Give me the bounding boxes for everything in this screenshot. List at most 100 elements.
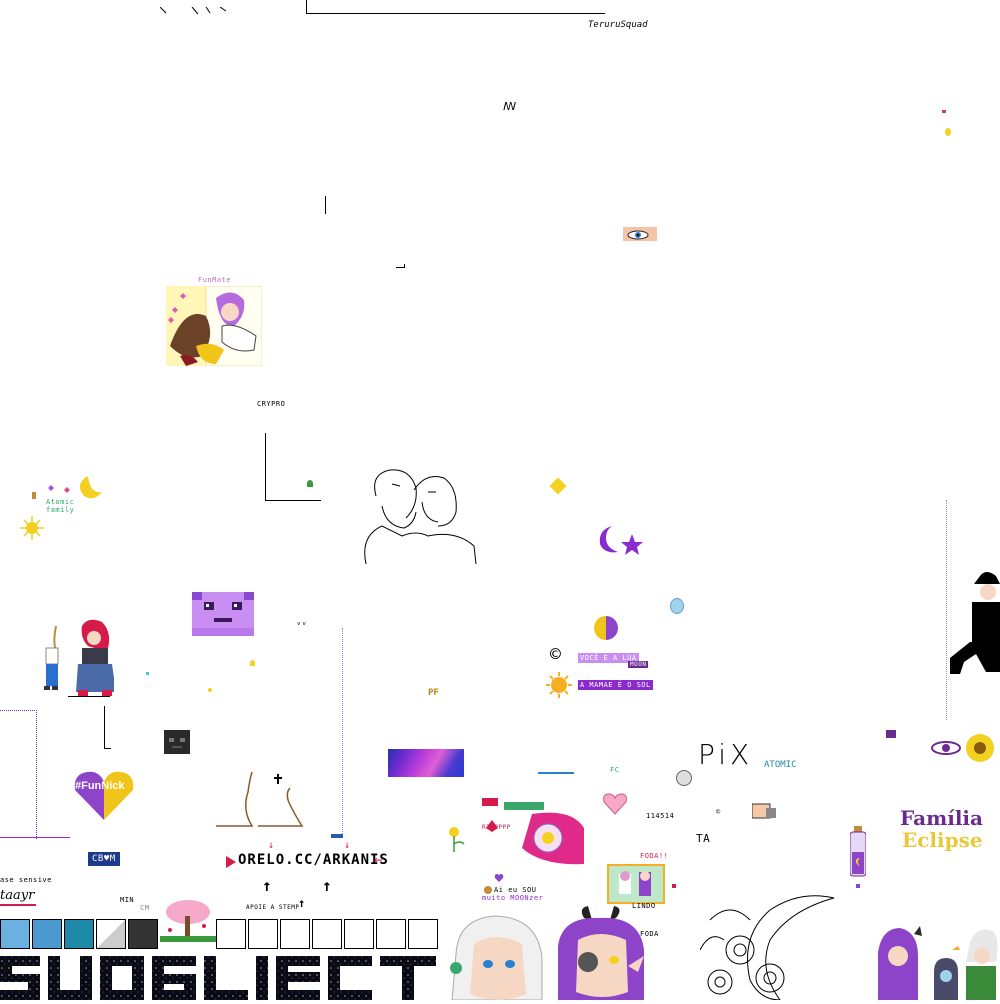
yellow-gem-icon [549,477,567,495]
l-shaped-line [265,433,321,501]
min-label: MIN [120,896,135,904]
purple-dot-pixel [886,730,896,738]
atomic-label: ATOMIC [764,760,797,770]
yin-yang-icon [594,616,618,640]
atomic-family-label: Atomic family [46,498,75,514]
copyright-mark: © [550,644,561,665]
tiny-cyan-dot [146,672,149,675]
ai-eu-sou-label: Ai eu SOU [494,886,537,894]
tiny-purple-dot [856,884,860,888]
small-heart-icon [942,110,946,113]
funmate-label: FunMate [198,276,232,284]
arrow-right-icon [226,856,236,868]
dotted-vertical-line [342,628,343,834]
cherry-blossom-tree [160,896,216,946]
up-arrow-3-icon: ↑ [298,896,306,910]
cm-label: CM [140,904,150,912]
arrow-left-icon: ← [374,852,383,868]
blue-dash [331,834,343,838]
tiny-bell-icon [250,660,255,666]
dark-robot-face [164,730,190,754]
blue-egg-icon [670,598,684,614]
orelo-link-label: ORELO.CC/ARKANIS [238,852,389,868]
eye-sunflower-art [930,730,1000,766]
skull-icon [676,770,692,786]
bear-icon [484,886,492,894]
potion-bottle-icon [849,826,867,878]
grid-cell-2 [32,919,62,949]
vv-mark: ᵥᵥ [296,618,307,628]
up-arrow-1-icon: ↑ [262,876,272,895]
purple-smiley-face [192,592,254,636]
apoie-label: APOIE A STEMP [246,904,300,911]
grid-cell-10 [344,919,374,949]
eye-icon [623,227,657,241]
pix-label: PiX [698,738,754,771]
branch-sketch [212,770,304,828]
short-corner-mark [396,264,405,268]
purple-hair-horned-portrait [554,906,648,1000]
grid-cell-1 [0,919,30,949]
grid-cell-8 [280,919,310,949]
pink-heart-icon [602,792,628,816]
ta-label: TA [696,832,711,845]
short-underline [68,696,110,697]
small-purple-heart [494,868,504,882]
sun-icon [546,672,572,698]
number-label: 114514 [646,812,675,820]
nyan-cat-icon [751,802,778,822]
grid-cell-11 [376,919,406,949]
cbm-label: CB♥M [88,852,120,866]
grid-cell-9 [312,919,342,949]
fc-label: FC [610,766,620,774]
grid-cell-3 [64,919,94,949]
crypro-label: CRYPRO [257,400,286,408]
man-in-suit-figure [946,568,1000,678]
framed-pixel-picture [607,864,665,904]
starry-block-letters [0,952,440,1000]
grid-cell-6 [216,919,246,949]
bottom-divider-line [0,837,70,838]
mamae-sol-label: A MAMAE É O SOL [578,680,653,690]
top-frame-line [306,0,605,14]
couple-art [166,285,263,367]
red-underline [0,904,36,906]
foda-exclaim-label: FODA!! [640,852,669,860]
eclipse-label: Eclipse [902,828,983,852]
scribble-lines [159,0,230,15]
blue-underline [538,772,574,774]
elf-characters-group [874,922,1000,1000]
moon-flowers-sketch [699,890,840,1001]
two-people-sketch [356,466,480,566]
moon-star-icon [596,524,648,560]
teruru-squad-label: TeruruSquad [588,20,648,30]
grid-cell-12 [408,919,438,949]
short-vertical-line [325,196,326,214]
small-c-mark: © [716,808,721,816]
tiny-yellow-dot [208,688,212,692]
galaxy-banner [388,749,464,777]
down-arrow-1-icon: ↓ [268,840,275,851]
dotted-box-outline [0,710,37,839]
sunflower-plant [446,826,468,852]
j-hook-line [104,706,111,749]
base-sensive-label: ase sensive [0,876,52,884]
small-yellow-flower-icon [945,128,951,136]
small-tree-icon [307,480,313,487]
up-arrow-2-icon: ↑ [322,876,332,895]
moon-tag: MOON [628,661,649,668]
down-arrow-2-icon: ↓ [344,840,351,851]
grid-cell-4 [96,919,126,949]
funnick-heart: #FunNick [73,770,135,822]
muito-moon-label: muito MOONzer [482,894,544,902]
nn-tag: ꟿ [503,100,517,113]
grid-cell-7 [248,919,278,949]
pf-label: PF [428,688,439,698]
small-red-heart [672,884,676,888]
funnick-label: #FunNick [75,780,125,792]
familia-label: Família [900,806,983,830]
rip-label: RIPPPPP [482,824,511,831]
grid-cell-5 [128,919,158,949]
taayr-label: taayr [0,888,35,903]
dotted-right-line [946,500,947,720]
